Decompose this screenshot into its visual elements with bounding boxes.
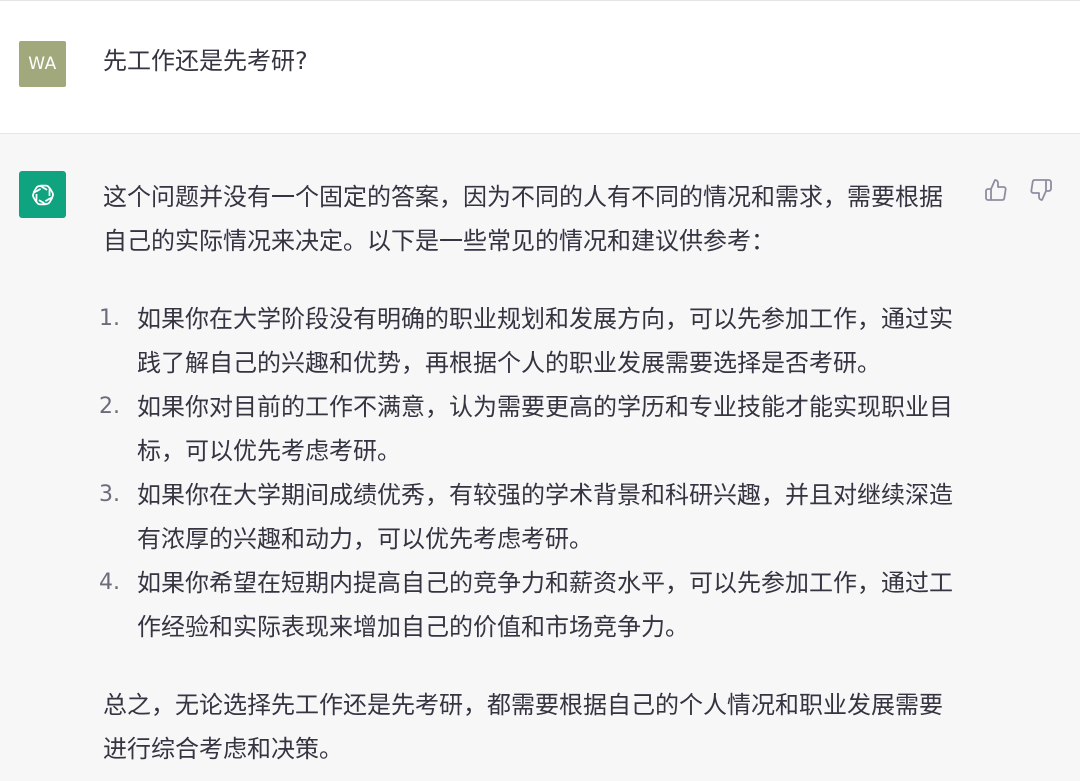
user-avatar: WA	[19, 41, 66, 87]
list-item-number: 3.	[99, 482, 120, 507]
list-item: 1. 如果你在大学阶段没有明确的职业规划和发展方向，可以先参加工作，通过实践了解…	[99, 297, 963, 385]
list-item: 3. 如果你在大学期间成绩优秀，有较强的学术背景和科研兴趣，并且对继续深造有浓厚…	[99, 473, 963, 561]
list-item: 4. 如果你希望在短期内提高自己的竞争力和薪资水平，可以先参加工作，通过工作经验…	[99, 561, 963, 649]
thumbs-down-icon	[1030, 179, 1052, 201]
thumbs-up-icon	[985, 179, 1007, 201]
list-item-number: 1.	[99, 306, 120, 331]
list-item-text: 如果你在大学期间成绩优秀，有较强的学术背景和科研兴趣，并且对继续深造有浓厚的兴趣…	[137, 481, 953, 553]
thumbs-up-button[interactable]	[982, 176, 1010, 204]
assistant-message-row: 这个问题并没有一个固定的答案，因为不同的人有不同的情况和需求，需要根据自己的实际…	[0, 134, 1080, 781]
answer-conclusion: 总之，无论选择先工作还是先考研，都需要根据自己的个人情况和职业发展需要进行综合考…	[103, 691, 943, 763]
list-item-text: 如果你希望在短期内提高自己的竞争力和薪资水平，可以先参加工作，通过工作经验和实际…	[137, 569, 953, 641]
openai-logo-icon	[31, 184, 54, 205]
assistant-message-content: 这个问题并没有一个固定的答案，因为不同的人有不同的情况和需求，需要根据自己的实际…	[99, 175, 963, 771]
answer-intro: 这个问题并没有一个固定的答案，因为不同的人有不同的情况和需求，需要根据自己的实际…	[103, 183, 943, 255]
list-item-text: 如果你在大学阶段没有明确的职业规划和发展方向，可以先参加工作，通过实践了解自己的…	[137, 305, 953, 377]
assistant-avatar	[19, 171, 66, 218]
list-item-number: 2.	[99, 394, 120, 419]
advice-list: 1. 如果你在大学阶段没有明确的职业规划和发展方向，可以先参加工作，通过实践了解…	[99, 297, 963, 649]
list-item-text: 如果你对目前的工作不满意，认为需要更高的学历和专业技能才能实现职业目标，可以优先…	[137, 393, 953, 465]
user-message-text: 先工作还是先考研?	[103, 47, 308, 75]
list-item: 2. 如果你对目前的工作不满意，认为需要更高的学历和专业技能才能实现职业目标，可…	[99, 385, 963, 473]
thumbs-down-button[interactable]	[1027, 176, 1055, 204]
list-item-number: 4.	[99, 570, 120, 595]
user-message-row: WA 先工作还是先考研?	[0, 0, 1080, 134]
